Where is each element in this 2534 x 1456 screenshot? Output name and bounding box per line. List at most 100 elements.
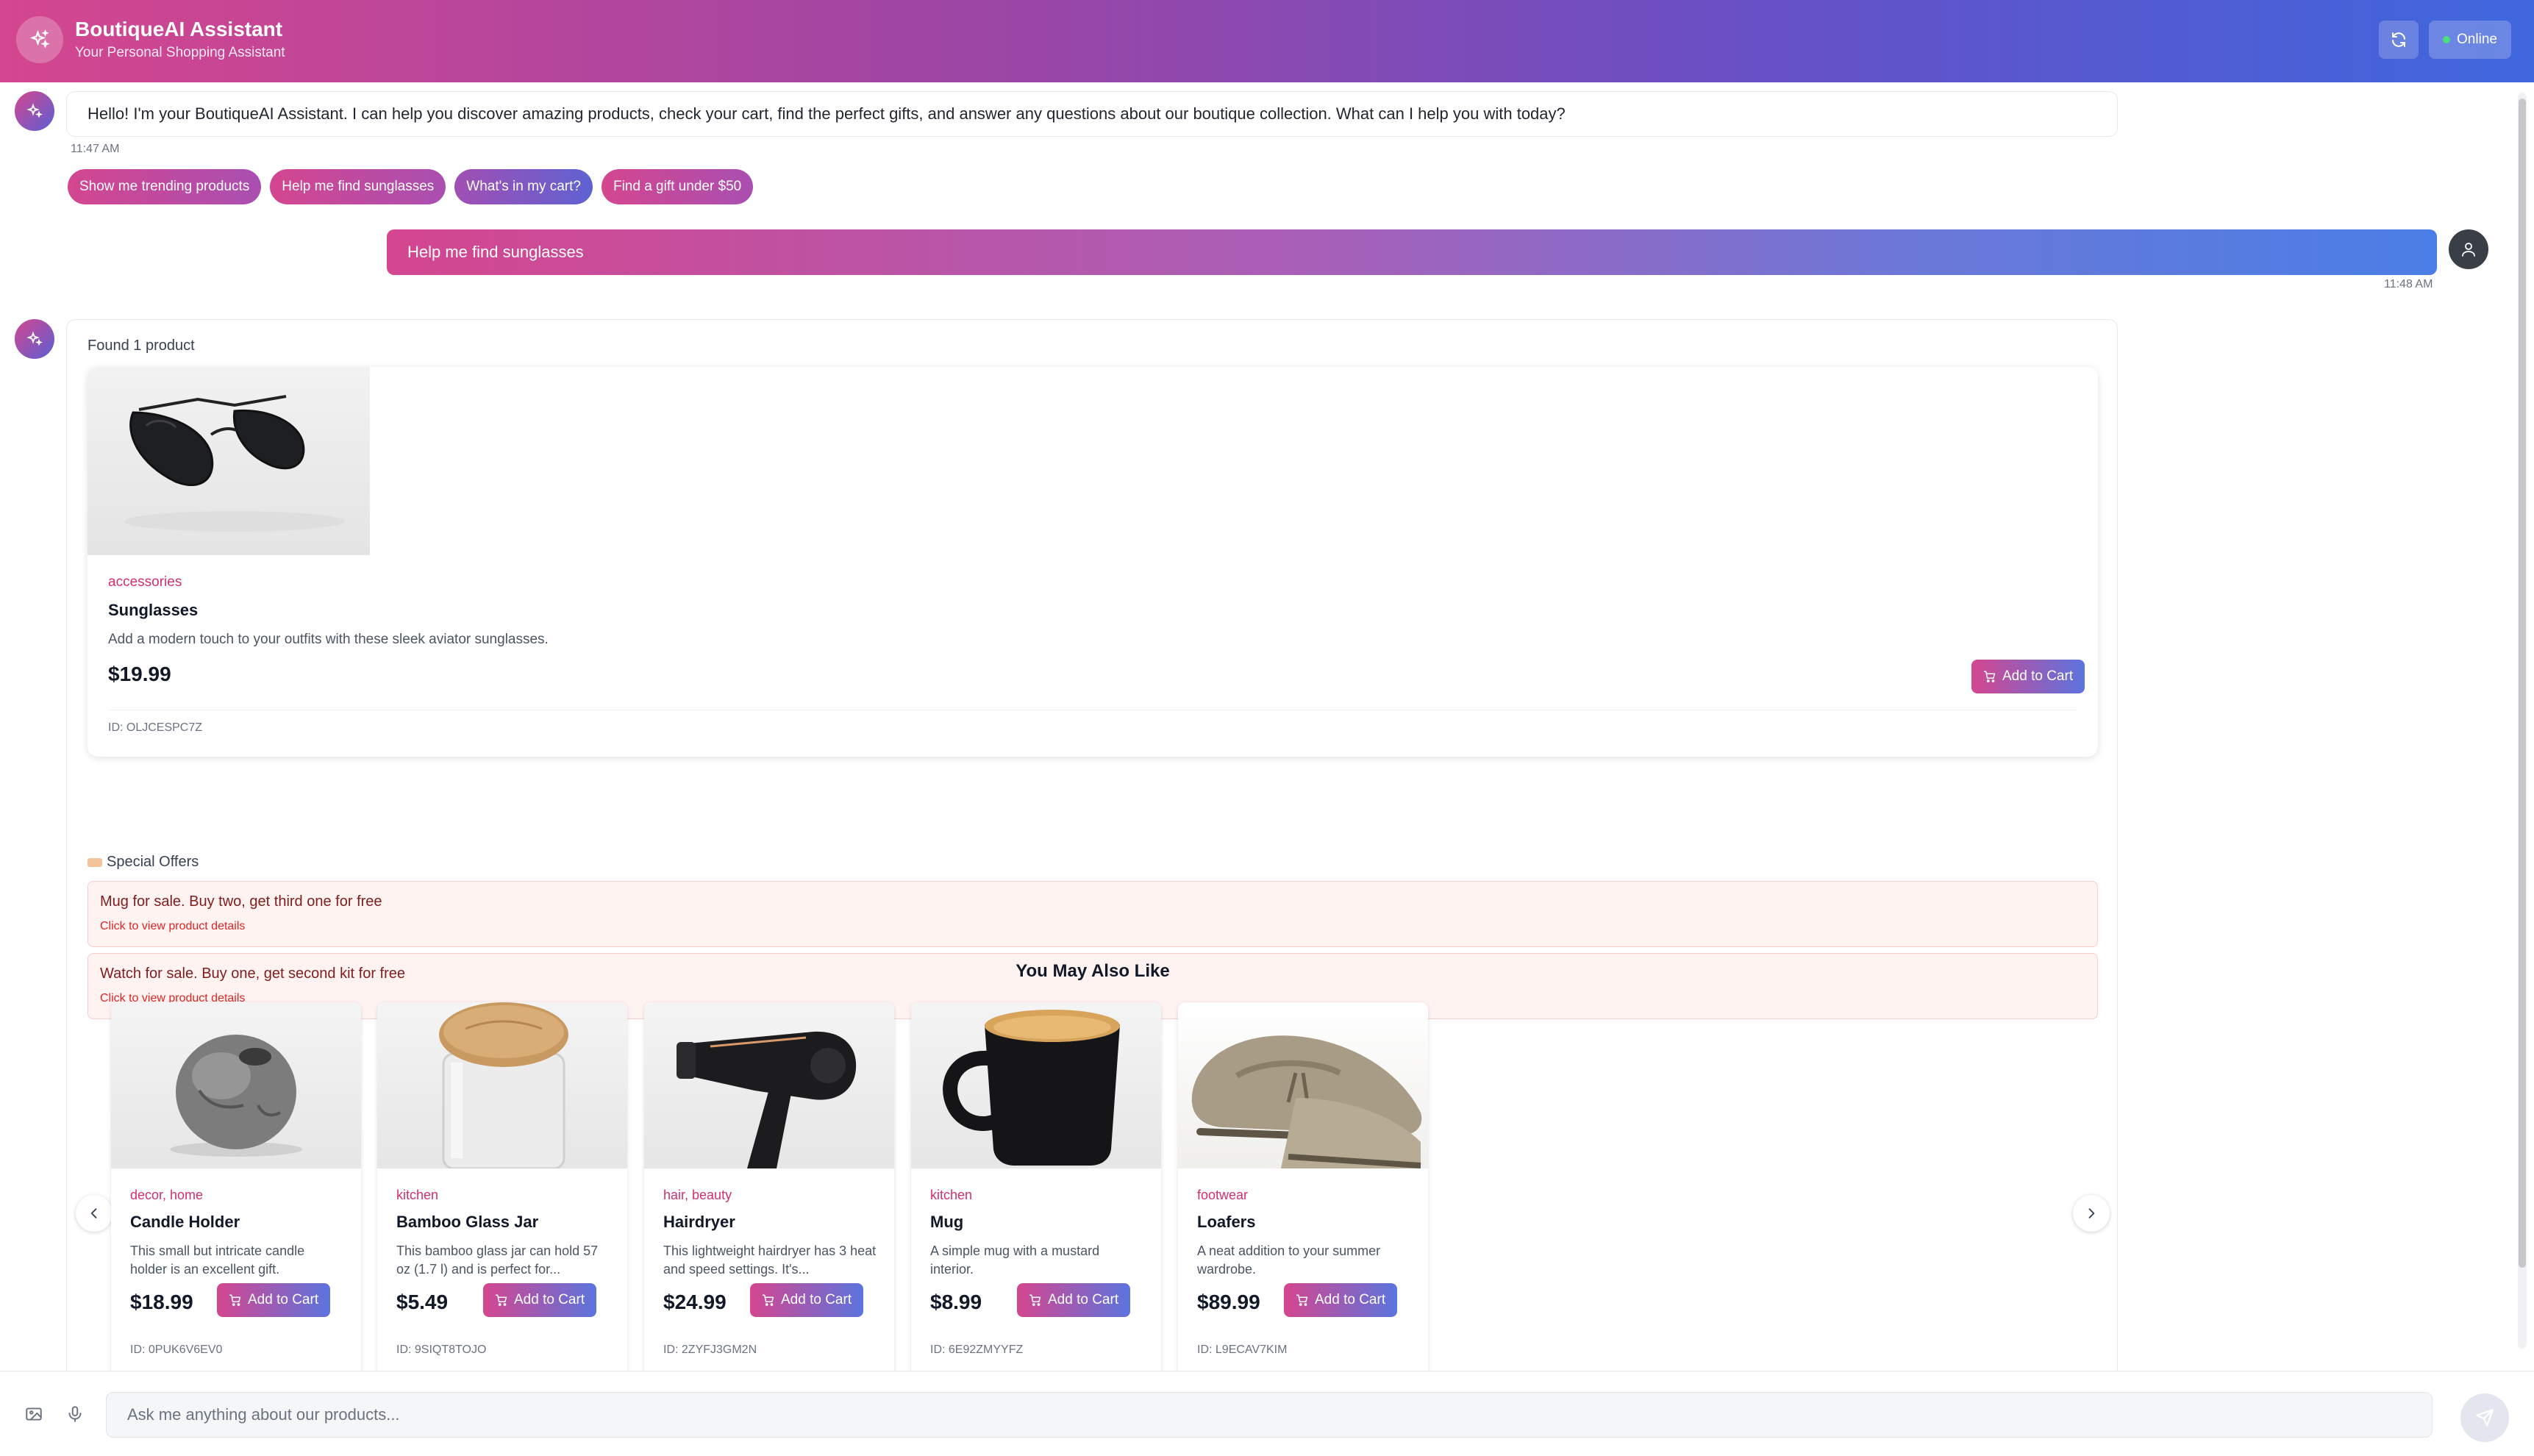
product-name[interactable]: Mug xyxy=(930,1213,963,1232)
message-time: 11:48 AM xyxy=(2384,278,2433,290)
product-card[interactable]: accessories Sunglasses Add a modern touc… xyxy=(88,367,2098,757)
add-to-cart-button[interactable]: Add to Cart xyxy=(483,1283,597,1317)
product-image[interactable] xyxy=(644,1002,894,1168)
recommendations-title: You May Also Like xyxy=(1016,961,1170,981)
product-category: decor, home xyxy=(130,1188,204,1202)
product-price: $5.49 xyxy=(396,1291,449,1313)
cart-icon xyxy=(1296,1294,1308,1306)
add-to-cart-label: Add to Cart xyxy=(514,1292,585,1307)
app-subtitle: Your Personal Shopping Assistant xyxy=(75,45,285,60)
add-to-cart-button[interactable]: Add to Cart xyxy=(1017,1283,1131,1317)
recommendation-card[interactable]: footwear Loafers A neat addition to your… xyxy=(1178,1002,1428,1371)
product-name[interactable]: Hairdryer xyxy=(663,1213,735,1232)
status-badge: Online xyxy=(2429,21,2511,59)
add-to-cart-label: Add to Cart xyxy=(1048,1292,1119,1307)
product-name[interactable]: Bamboo Glass Jar xyxy=(396,1213,538,1232)
sunglasses-icon xyxy=(124,395,345,532)
image-icon xyxy=(26,1407,42,1421)
cart-icon xyxy=(495,1294,507,1306)
bot-avatar xyxy=(15,319,54,359)
add-to-cart-button[interactable]: Add to Cart xyxy=(1284,1283,1398,1317)
chat-input[interactable] xyxy=(106,1392,2433,1438)
suggestion-chip[interactable]: Show me trending products xyxy=(68,169,262,204)
product-price: $8.99 xyxy=(930,1291,982,1313)
sparkles-icon xyxy=(16,16,63,63)
add-to-cart-button[interactable]: Add to Cart xyxy=(1971,660,2085,693)
bot-message: Hello! I'm your BoutiqueAI Assistant. I … xyxy=(66,91,2118,137)
carousel-next-button[interactable] xyxy=(2073,1195,2110,1232)
product-category: hair, beauty xyxy=(663,1188,732,1202)
add-to-cart-label: Add to Cart xyxy=(1315,1292,1386,1307)
status-label: Online xyxy=(2457,32,2497,47)
product-id: ID: 0PUK6V6EV0 xyxy=(130,1343,223,1356)
chevron-left-icon xyxy=(90,1208,97,1218)
product-name[interactable]: Candle Holder xyxy=(130,1213,240,1232)
results-count: Found 1 product xyxy=(88,338,195,354)
cart-icon xyxy=(1983,671,1996,682)
product-price: $18.99 xyxy=(130,1291,193,1313)
message-time: 11:47 AM xyxy=(71,143,120,155)
recommendation-card[interactable]: decor, home Candle Holder This small but… xyxy=(111,1002,361,1371)
microphone-icon xyxy=(68,1406,82,1422)
user-message: Help me find sunglasses xyxy=(387,229,2437,275)
add-to-cart-button[interactable]: Add to Cart xyxy=(217,1283,331,1317)
product-image[interactable] xyxy=(1178,1002,1428,1168)
add-to-cart-button[interactable]: Add to Cart xyxy=(750,1283,864,1317)
message-composer xyxy=(0,1371,2534,1456)
carousel-prev-button[interactable] xyxy=(76,1195,113,1232)
scroll-thumb[interactable] xyxy=(2519,99,2526,1268)
product-id: ID: 9SIQT8TOJO xyxy=(396,1343,487,1356)
add-to-cart-label: Add to Cart xyxy=(248,1292,319,1307)
product-image[interactable] xyxy=(911,1002,1161,1168)
chat-scrollbar[interactable] xyxy=(2518,93,2527,1349)
recommendation-card[interactable]: kitchen Mug A simple mug with a mustard … xyxy=(911,1002,1161,1371)
product-name[interactable]: Sunglasses xyxy=(108,601,198,620)
offer-card[interactable]: Mug for sale. Buy two, get third one for… xyxy=(88,881,2098,947)
app-header: BoutiqueAI Assistant Your Personal Shopp… xyxy=(0,0,2534,82)
recommendation-card[interactable]: kitchen Bamboo Glass Jar This bamboo gla… xyxy=(377,1002,627,1371)
sparkles-icon xyxy=(26,331,43,346)
recommendation-card[interactable]: hair, beauty Hairdryer This lightweight … xyxy=(644,1002,894,1371)
loafers-icon xyxy=(1191,1035,1422,1168)
product-description: Add a modern touch to your outfits with … xyxy=(108,632,549,647)
suggestion-chip[interactable]: Find a gift under $50 xyxy=(601,169,754,204)
user-icon xyxy=(2462,243,2475,257)
product-description: A neat addition to your summer wardrobe. xyxy=(1197,1243,1381,1277)
bot-avatar xyxy=(15,91,54,131)
hairdryer-icon xyxy=(677,1031,857,1168)
online-dot-icon xyxy=(2443,36,2451,43)
voice-input-button[interactable] xyxy=(62,1401,88,1427)
product-id: ID: 6E92ZMYYFZ xyxy=(930,1343,1024,1356)
suggestion-chip[interactable]: What's in my cart? xyxy=(454,169,593,204)
product-image[interactable] xyxy=(377,1002,627,1168)
product-category: accessories xyxy=(108,574,182,590)
product-id: ID: L9ECAV7KIM xyxy=(1197,1343,1288,1356)
image-upload-button[interactable] xyxy=(21,1401,47,1427)
mug-icon xyxy=(943,1010,1120,1166)
send-button[interactable] xyxy=(2460,1393,2509,1442)
product-image[interactable] xyxy=(88,367,370,555)
cart-icon xyxy=(1029,1294,1041,1306)
glass-jar-icon xyxy=(439,1002,568,1168)
product-description: A simple mug with a mustard interior. xyxy=(930,1243,1100,1277)
cart-icon xyxy=(762,1294,774,1306)
refresh-button[interactable] xyxy=(2379,21,2419,59)
product-id: ID: OLJCESPC7Z xyxy=(108,721,203,734)
chevron-right-icon xyxy=(2088,1208,2095,1218)
offer-link[interactable]: Click to view product details xyxy=(100,920,245,933)
offer-title: Mug for sale. Buy two, get third one for… xyxy=(100,893,382,910)
product-description: This small but intricate candle holder i… xyxy=(130,1243,305,1277)
product-image[interactable] xyxy=(111,1002,361,1168)
chat-area[interactable]: Hello! I'm your BoutiqueAI Assistant. I … xyxy=(0,82,2534,1371)
refresh-icon xyxy=(2392,32,2405,47)
quick-suggestions: Show me trending products Help me find s… xyxy=(68,169,754,204)
bot-message-text: Hello! I'm your BoutiqueAI Assistant. I … xyxy=(88,104,1566,123)
special-offers-label: Special Offers xyxy=(107,854,199,870)
send-icon xyxy=(2476,1409,2494,1427)
product-name[interactable]: Loafers xyxy=(1197,1213,1255,1232)
product-description: This lightweight hairdryer has 3 heat an… xyxy=(663,1243,877,1277)
suggestion-chip[interactable]: Help me find sunglasses xyxy=(270,169,446,204)
cart-icon xyxy=(229,1294,241,1306)
add-to-cart-label: Add to Cart xyxy=(781,1292,852,1307)
product-price: $19.99 xyxy=(108,663,171,685)
